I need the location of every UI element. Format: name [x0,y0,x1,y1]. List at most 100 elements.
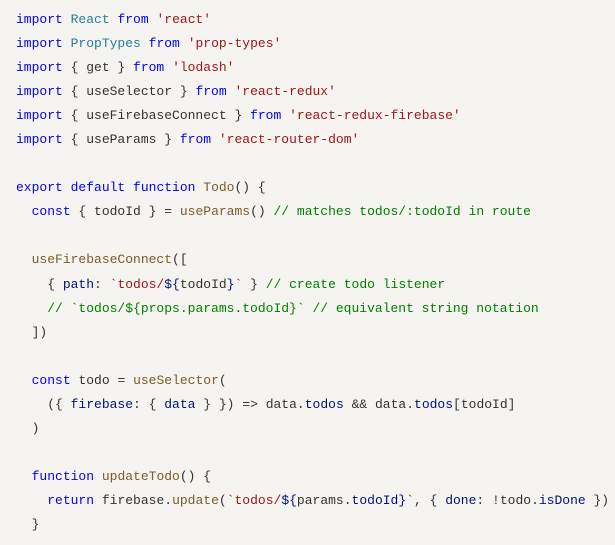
code-token: from [250,108,281,123]
code-token: = [110,373,133,388]
code-token: from [133,60,164,75]
code-token: `todos/ [227,493,282,508]
code-token: { [63,84,86,99]
code-token [94,469,102,484]
code-line: export default function Todo() { [16,176,599,200]
code-token: } [242,277,265,292]
code-line: const { todoId } = useParams() // matche… [16,200,599,224]
code-token: update [172,493,219,508]
code-token: ) [16,421,39,436]
code-token: import [16,84,63,99]
code-token: 'prop-types' [188,36,282,51]
code-token: . [344,493,352,508]
code-line [16,345,599,369]
code-token [16,301,47,316]
code-token: todos [305,397,344,412]
code-token: [ [453,397,461,412]
code-token: from [180,132,211,147]
code-token: ]) [16,325,47,340]
code-token: const [32,204,71,219]
code-line: // `todos/${props.params.todoId}` // equ… [16,297,599,321]
code-token: () [250,204,273,219]
code-token [63,36,71,51]
code-line: import { useSelector } from 'react-redux… [16,80,599,104]
code-token: // matches todos/:todoId in route [273,204,530,219]
code-token: data [164,397,195,412]
code-token: } = [141,204,180,219]
code-line: import React from 'react' [16,8,599,32]
code-token: } [16,517,39,532]
code-line: import { get } from 'lodash' [16,56,599,80]
code-token: ( [219,373,227,388]
code-token: useParams [180,204,250,219]
code-token [125,180,133,195]
code-token: useFirebaseConnect [32,252,172,267]
code-line: return firebase.update(`todos/${params.t… [16,489,599,513]
code-token: Todo [203,180,234,195]
code-line: } [16,513,599,537]
code-line: useFirebaseConnect([ [16,248,599,272]
code-token: ${ [164,277,180,292]
code-token: { [63,108,86,123]
code-token: 'lodash' [172,60,234,75]
code-token: function [133,180,195,195]
code-line [16,152,599,176]
code-token: path [63,277,94,292]
code-token: const [32,373,71,388]
code-token: ` [406,493,414,508]
code-token: import [16,108,63,123]
code-token: { [16,277,63,292]
code-token: import [16,12,63,27]
code-token: todoId [180,277,227,292]
code-token: useFirebaseConnect [86,108,226,123]
code-token: done [445,493,476,508]
code-token: . [297,397,305,412]
code-token: ${ [281,493,297,508]
code-token [141,36,149,51]
code-line: function updateTodo() { [16,465,599,489]
code-token: }) [586,493,609,508]
code-token: : [94,277,110,292]
code-token: React [71,12,110,27]
code-token: } [227,108,250,123]
code-token: firebase [102,493,164,508]
code-token: } [172,84,195,99]
code-token: : { [133,397,164,412]
code-token: from [117,12,148,27]
code-line [16,441,599,465]
code-line: import PropTypes from 'prop-types' [16,32,599,56]
code-token: import [16,36,63,51]
code-token: // create todo listener [266,277,445,292]
code-token: function [32,469,94,484]
code-line [16,224,599,248]
code-token [367,397,375,412]
code-token [16,204,32,219]
code-token: => [242,397,258,412]
code-token: ] [508,397,516,412]
code-token: firebase [71,397,133,412]
code-token [211,132,219,147]
code-token [16,373,32,388]
code-line: { path: `todos/${todoId}` } // create to… [16,273,599,297]
code-token: 'react' [156,12,211,27]
code-line: import { useFirebaseConnect } from 'reac… [16,104,599,128]
code-token: && [352,397,368,412]
code-token: 'react-router-dom' [219,132,359,147]
code-token: todoId [94,204,141,219]
code-token: . [531,493,539,508]
code-token: ( [219,493,227,508]
code-token: `todos/ [110,277,165,292]
code-token: () { [235,180,266,195]
code-token: return [47,493,94,508]
code-line: ) [16,417,599,441]
code-token [94,493,102,508]
code-token: isDone [539,493,586,508]
code-token: todo [500,493,531,508]
code-token: ! [492,493,500,508]
code-token: from [195,84,226,99]
code-token: } [156,132,179,147]
code-token [281,108,289,123]
code-token: } [398,493,406,508]
code-line: const todo = useSelector( [16,369,599,393]
code-token [16,469,32,484]
